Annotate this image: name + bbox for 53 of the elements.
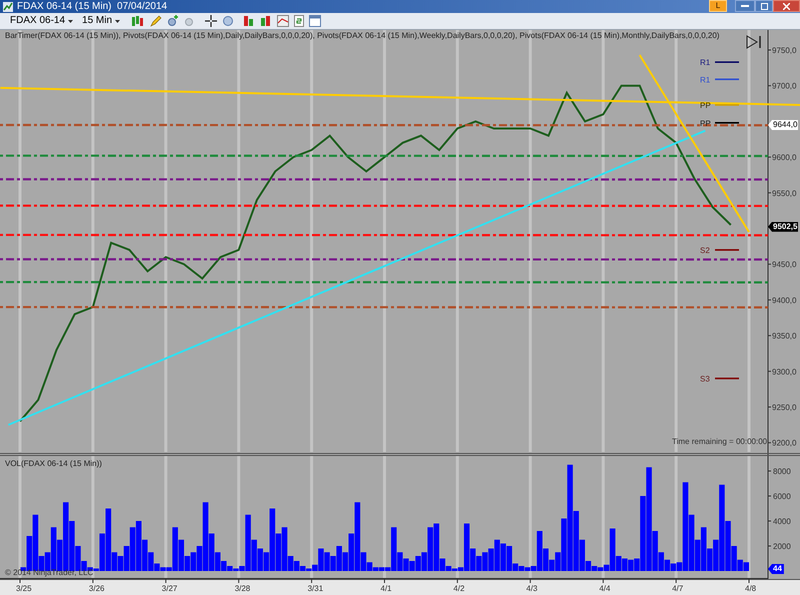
date-tick-label: 4/1	[380, 584, 392, 593]
price-tag: 9644,0	[768, 120, 798, 130]
date-tick-label: 4/8	[745, 584, 756, 593]
minimize-icon	[741, 5, 749, 7]
price-tag: 9502,5	[768, 222, 798, 232]
axis-tick-label: 9250,0	[772, 403, 796, 412]
date-tick-label: 3/27	[162, 584, 178, 593]
interval-dropdown[interactable]: 15 Min	[82, 16, 120, 26]
bar-timer-text: Time remaining = 00:00:00	[672, 438, 768, 446]
link-badge[interactable]: L	[709, 0, 727, 12]
restore-icon	[760, 2, 768, 10]
pencil-icon[interactable]	[150, 15, 162, 27]
chart-bars-icon[interactable]	[243, 15, 256, 27]
caret-icon	[68, 20, 74, 22]
date-tick-label: 3/31	[308, 584, 324, 593]
date-tick-label: 4/4	[599, 584, 610, 593]
volume-tag: 44	[768, 564, 784, 574]
axis-tick-label: 9550,0	[772, 188, 796, 198]
close-button[interactable]	[773, 0, 800, 12]
zoom-in-icon[interactable]	[167, 15, 180, 27]
indicator-legend: BarTimer(FDAX 06-14 (15 Min)), Pivots(FDAX 06-14 (15 Min),Daily,DailyBars,0,0,0,20), Pivots(FDAX 06-14 (15 Min),Weekly,DailyBars,0,0,0,20), Pivots(FDAX 06-14 (15 Min),Monthly,DailyBars,0,0,0,20)	[5, 32, 720, 40]
caret-icon	[115, 20, 120, 22]
window-title: FDAX 06-14 (15 Min) 07/04/2014	[17, 2, 168, 12]
axis-tick-label: 4000	[773, 517, 791, 526]
axis-tick-label: 9300,0	[772, 367, 796, 376]
chart-title: VOL(FDAX 06-14 (15 Min))	[5, 460, 102, 468]
chart-bars-icon[interactable]	[260, 15, 272, 27]
axis-tick-label: 9200,0	[772, 438, 796, 448]
minimize-button[interactable]	[735, 0, 755, 12]
axis-tick-label: 9450,0	[772, 260, 796, 270]
date-tick-label: 4/7	[672, 584, 684, 593]
line-chart-icon[interactable]	[277, 15, 290, 27]
instrument-dropdown[interactable]: FDAX 06-14	[10, 16, 74, 26]
crosshair-icon[interactable]	[205, 15, 218, 27]
axis-tick-label: 8000	[773, 467, 791, 476]
date-tick-label: 3/28	[234, 584, 250, 593]
date-tick-label: 3/25	[16, 584, 32, 593]
axis-tick-label: 9750,0	[772, 46, 796, 55]
date-tick-label: 4/2	[453, 584, 465, 593]
close-icon	[783, 2, 790, 10]
axis-tick-label: 9700,0	[772, 82, 796, 91]
scroll-end-icon[interactable]	[746, 35, 762, 49]
maximize-button[interactable]	[755, 0, 773, 12]
magnifier-icon[interactable]	[222, 15, 234, 27]
axis-tick-label: 6000	[773, 492, 791, 501]
axis-tick-label: 9350,0	[772, 332, 796, 341]
axis-tick-label: 9600,0	[772, 153, 796, 162]
window-icon[interactable]	[309, 15, 322, 27]
axis-tick-label: 2000	[773, 542, 791, 551]
date-tick-label: 4/3	[526, 584, 538, 593]
candlestick-icon[interactable]	[131, 15, 146, 27]
axis-tick-label: 9400,0	[772, 296, 796, 305]
date-tick-label: 3/26	[88, 584, 104, 593]
